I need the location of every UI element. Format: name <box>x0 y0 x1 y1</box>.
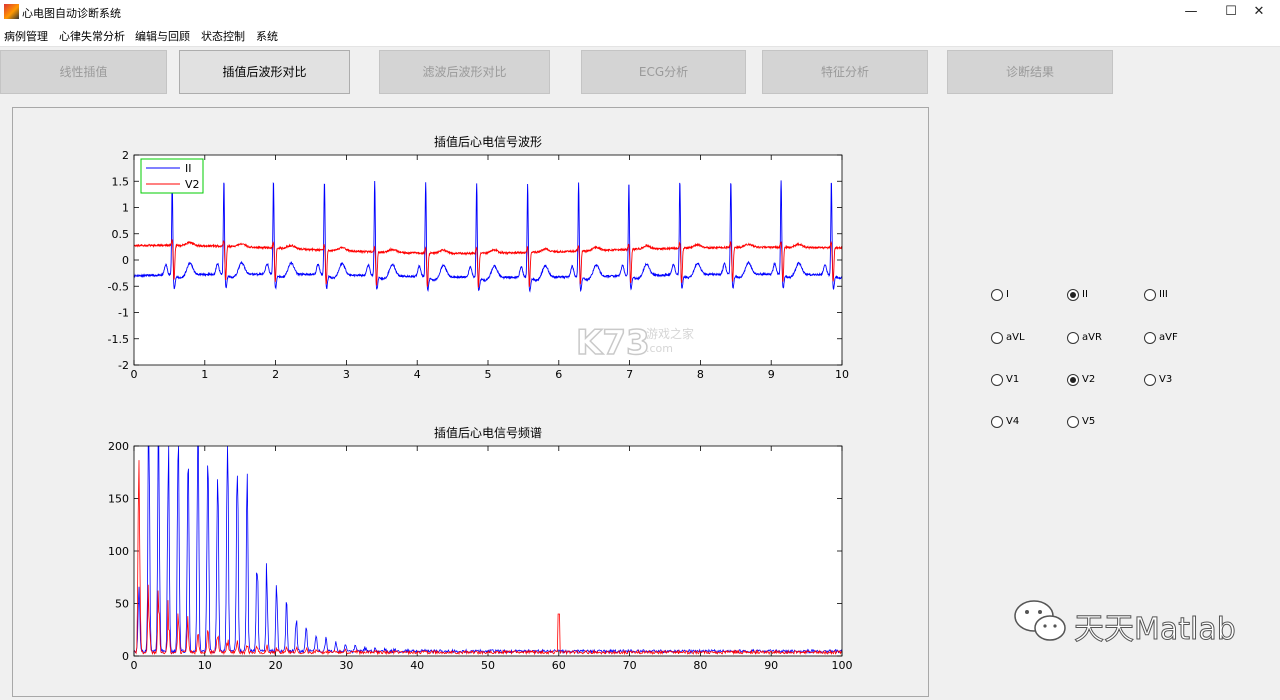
radio-indicator[interactable] <box>1067 374 1079 386</box>
ecg-analysis-button[interactable]: ECG分析 <box>581 50 746 94</box>
y-tick-label: 200 <box>108 440 129 453</box>
x-tick-label: 8 <box>697 368 704 381</box>
lead-radio-label: III <box>1159 289 1168 300</box>
plot-title: 插值后心电信号频谱 <box>434 425 542 440</box>
diagnosis-result-button[interactable]: 诊断结果 <box>947 50 1113 94</box>
plot-area <box>134 155 842 365</box>
title-bar: 心电图自动诊断系统 — ☐ ✕ <box>0 0 1280 24</box>
lead-radio-label: V5 <box>1082 416 1096 427</box>
linear-interpolation-button[interactable]: 线性插值 <box>0 50 167 94</box>
k73-logo-text: K73 <box>576 323 650 362</box>
lead-radio-label: I <box>1006 289 1009 300</box>
radio-indicator[interactable] <box>1144 289 1156 301</box>
lead-radio-label: V4 <box>1006 416 1020 427</box>
legend-label: V2 <box>185 178 200 191</box>
waveform-plot: 插值后心电信号波形 0 1 2 3 4 5 6 7 8 9 10 -2 -1.5 -1 -0.5 0 0.5 1 1.… <box>108 134 849 381</box>
lead-radio-label: aVR <box>1082 332 1102 343</box>
y-tick-label: -2 <box>118 359 129 372</box>
x-tick-label: 3 <box>343 368 350 381</box>
watermark-text: 天天Matlab <box>1074 612 1237 648</box>
x-tick-label: 30 <box>339 659 353 672</box>
x-tick-label: 20 <box>269 659 283 672</box>
legend: II V2 <box>140 158 204 194</box>
radio-indicator[interactable] <box>991 332 1003 344</box>
x-tick-label: 2 <box>272 368 279 381</box>
x-tick-label: 70 <box>623 659 637 672</box>
menu-system[interactable]: 系统 <box>256 28 278 44</box>
x-tick-label: 7 <box>626 368 633 381</box>
menu-arrhythmia-analysis[interactable]: 心律失常分析 <box>59 28 125 44</box>
menu-status-control[interactable]: 状态控制 <box>201 28 245 44</box>
x-tick-label: 80 <box>693 659 707 672</box>
plot-title: 插值后心电信号波形 <box>434 134 542 149</box>
menu-bar: 病例管理 心律失常分析 编辑与回顾 状态控制 系统 <box>0 24 1280 47</box>
lead-radio-label: II <box>1082 289 1088 300</box>
y-tick-label: 2 <box>122 149 129 162</box>
y-tick-label: 100 <box>108 545 129 558</box>
radio-indicator[interactable] <box>1144 332 1156 344</box>
y-tick-label: -0.5 <box>108 280 129 293</box>
y-tick-label: 50 <box>115 598 129 611</box>
plot-panel: 插值后心电信号波形 0 1 2 3 4 5 6 7 8 9 10 -2 -1.5 -1 -0.5 0 0.5 1 1.… <box>12 107 929 697</box>
lead-radio-label: aVF <box>1159 332 1178 343</box>
x-tick-label: 90 <box>764 659 778 672</box>
x-tick-label: 50 <box>481 659 495 672</box>
y-tick-label: 150 <box>108 493 129 506</box>
radio-indicator[interactable] <box>991 289 1003 301</box>
lead-radio-label: V2 <box>1082 374 1096 385</box>
y-tick-label: 1 <box>122 202 129 215</box>
radio-indicator[interactable] <box>1067 416 1079 428</box>
menu-edit-review[interactable]: 编辑与回顾 <box>135 28 190 44</box>
y-tick-label: -1.5 <box>108 333 129 346</box>
x-tick-label: 5 <box>485 368 492 381</box>
x-tick-label: 6 <box>555 368 562 381</box>
filtered-waveform-compare-button[interactable]: 滤波后波形对比 <box>379 50 550 94</box>
radio-indicator[interactable] <box>991 416 1003 428</box>
k73-watermark-logo: K73 游戏之家 .com <box>576 322 694 362</box>
lead-radio-label: aVL <box>1006 332 1025 343</box>
plots-canvas: 插值后心电信号波形 0 1 2 3 4 5 6 7 8 9 10 -2 -1.5 -1 -0.5 0 0.5 1 1.… <box>108 134 853 672</box>
x-tick-label: 60 <box>552 659 566 672</box>
menu-case-management[interactable]: 病例管理 <box>4 28 48 44</box>
x-tick-label: 4 <box>414 368 421 381</box>
y-tick-label: -1 <box>118 307 129 320</box>
radio-indicator[interactable] <box>1144 374 1156 386</box>
x-tick-label: 1 <box>201 368 208 381</box>
wechat-icon <box>1014 600 1066 641</box>
x-tick-label: 100 <box>832 659 853 672</box>
matlab-app-icon <box>4 4 19 19</box>
y-tick-label: 0 <box>122 650 129 663</box>
radio-indicator[interactable] <box>991 374 1003 386</box>
y-tick-label: 1.5 <box>112 175 130 188</box>
plot-area <box>134 446 842 656</box>
y-tick-label: 0 <box>122 254 129 267</box>
interpolated-waveform-compare-button[interactable]: 插值后波形对比 <box>179 50 350 94</box>
y-tick-label: 0.5 <box>112 228 130 241</box>
close-button[interactable]: ✕ <box>1236 0 1280 24</box>
feature-analysis-button[interactable]: 特征分析 <box>762 50 928 94</box>
x-tick-label: 40 <box>410 659 424 672</box>
window-title: 心电图自动诊断系统 <box>22 7 121 20</box>
x-tick-label: 0 <box>131 368 138 381</box>
k73-logo-url: .com <box>646 342 673 355</box>
wechat-watermark: 天天Matlab <box>1012 596 1252 656</box>
spectrum-plot: 插值后心电信号频谱 0 10 20 30 40 50 60 70 80 90 100 0 50 100 150… <box>108 425 853 672</box>
lead-radio-label: V1 <box>1006 374 1020 385</box>
x-tick-label: 0 <box>131 659 138 672</box>
x-tick-label: 9 <box>768 368 775 381</box>
x-tick-label: 10 <box>835 368 849 381</box>
lead-radio-label: V3 <box>1159 374 1173 385</box>
radio-indicator[interactable] <box>1067 332 1079 344</box>
radio-indicator[interactable] <box>1067 289 1079 301</box>
k73-logo-subtext: 游戏之家 <box>646 326 694 341</box>
x-tick-label: 10 <box>198 659 212 672</box>
legend-label: II <box>185 162 192 175</box>
